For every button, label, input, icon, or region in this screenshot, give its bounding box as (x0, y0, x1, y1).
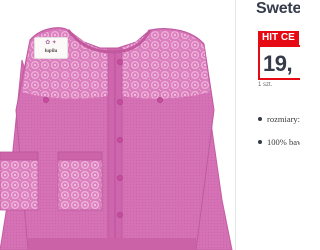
feature-label: 100% baw (267, 137, 300, 147)
brand-tag-mark: ✿ ✦ (45, 40, 57, 46)
product-title: Sweter (256, 0, 300, 17)
bullet-icon (258, 117, 262, 121)
feature-label: rozmiary: (267, 114, 300, 124)
feature-item: 100% baw (258, 137, 300, 147)
product-gallery: ✿ ✦ lupilu (0, 0, 234, 250)
brand-tag-text: lupilu (44, 49, 58, 54)
product-details: Sweter HIT CE 19, 1 szt. rozmiary: 100% … (236, 0, 300, 250)
feature-item: rozmiary: (258, 114, 300, 124)
bullet-icon (258, 140, 262, 144)
unit-text: 1 szt. (258, 82, 273, 88)
price-value: 19, (263, 51, 293, 76)
brand-tag: ✿ ✦ lupilu (34, 37, 68, 59)
feature-list: rozmiary: 100% baw (258, 114, 300, 147)
price-box: 19, (258, 45, 300, 80)
price-badge: HIT CE (258, 31, 299, 45)
